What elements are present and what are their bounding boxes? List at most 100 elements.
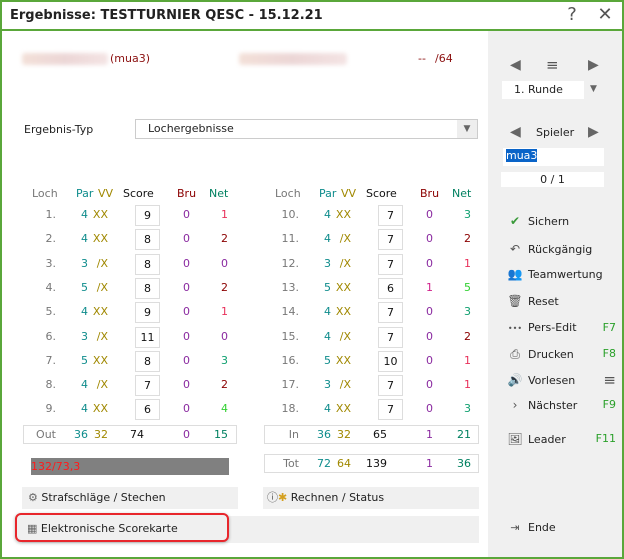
in-net: 21: [457, 428, 471, 441]
hole-number: 2.: [45, 232, 57, 246]
action-label: Teamwertung: [528, 268, 603, 281]
in-bru: 1: [426, 428, 433, 441]
in-loch: In: [288, 428, 299, 441]
undo-icon: ↶: [509, 242, 521, 256]
hole-netto-points: 2: [464, 329, 471, 343]
hole-strokes-received: XX: [92, 208, 108, 221]
header-score: Score: [366, 187, 397, 200]
hole-strokes-received: /X: [339, 329, 351, 343]
shortcut-key: F11: [595, 432, 616, 445]
score-input[interactable]: 6: [135, 399, 160, 421]
header-par: Par: [76, 187, 94, 200]
hole-netto-points: 2: [464, 232, 471, 246]
tot-vv: 64: [337, 457, 351, 470]
gears-icon: ⚙: [28, 491, 38, 504]
penalties-button[interactable]: ⚙ Strafschläge / Stechen: [22, 487, 238, 509]
trash-icon: 🗑: [507, 294, 523, 308]
window-title: Ergebnisse: TESTTURNIER QESC - 15.12.21: [10, 8, 323, 23]
hole-number: 1.: [45, 208, 57, 221]
next-round-icon[interactable]: ▶: [588, 57, 599, 73]
out-net: 15: [214, 428, 228, 441]
header-loch: Loch: [32, 187, 58, 200]
hole-brutto-points: 0: [426, 329, 433, 343]
action-leader[interactable]: 🖼 Leader F11: [506, 429, 616, 449]
shortcut-key[interactable]: ≡: [603, 370, 616, 390]
hole-strokes-received: XX: [335, 402, 351, 416]
prev-round-icon[interactable]: ◀: [510, 57, 521, 73]
hole-brutto-points: 0: [183, 402, 190, 416]
score-input[interactable]: 7: [378, 302, 403, 324]
header-par: Par: [319, 187, 337, 200]
close-button[interactable]: ✕: [593, 4, 617, 25]
action-sichern[interactable]: ✔ Sichern: [506, 211, 616, 231]
hole-number: 12.: [281, 256, 300, 270]
score-input[interactable]: 9: [135, 302, 160, 324]
action-label: Nächster: [528, 399, 578, 412]
prev-player-icon[interactable]: ◀: [510, 124, 521, 140]
hole-brutto-points: 0: [426, 232, 433, 246]
check-icon: ✔: [509, 214, 521, 228]
hole-strokes-received: XX: [92, 305, 108, 319]
score-input[interactable]: 8: [135, 350, 160, 372]
score-input[interactable]: 7: [378, 375, 403, 397]
score-input[interactable]: 7: [378, 205, 403, 226]
score-input[interactable]: 8: [135, 277, 160, 299]
hole-strokes-received: /X: [339, 232, 351, 246]
hole-netto-points: 3: [464, 208, 471, 221]
action-drucken[interactable]: ⎙ Drucken F8: [506, 344, 616, 364]
shortcut-key: F8: [602, 347, 616, 360]
chevron-down-icon[interactable]: ▼: [590, 84, 597, 94]
action-vorlesen[interactable]: 🔊 Vorlesen ≡: [506, 370, 616, 390]
hole-strokes-received: /X: [339, 256, 351, 270]
action-reset[interactable]: 🗑 Reset: [506, 291, 616, 311]
score-input[interactable]: 7: [378, 326, 403, 348]
hole-brutto-points: 0: [426, 353, 433, 367]
end-button[interactable]: ⇥ Ende: [506, 518, 616, 538]
hole-brutto-points: 0: [426, 256, 433, 270]
hole-strokes-received: /X: [96, 329, 108, 343]
score-input[interactable]: 8: [135, 253, 160, 275]
hole-brutto-points: 0: [183, 329, 190, 343]
menu-icon[interactable]: ≡: [546, 56, 559, 74]
hole-number: 8.: [45, 378, 57, 392]
score-input[interactable]: 9: [135, 205, 160, 226]
printer-icon: ⎙: [510, 347, 520, 361]
info-icon: ⓘ: [267, 491, 278, 504]
score-input[interactable]: 8: [135, 229, 160, 251]
score-input[interactable]: 7: [135, 375, 160, 397]
header-vv: VV: [341, 187, 357, 200]
score-input[interactable]: 11: [135, 326, 160, 348]
hole-brutto-points: 0: [183, 353, 190, 367]
help-button[interactable]: ?: [560, 4, 584, 25]
hole-number: 3.: [45, 256, 57, 270]
in-score: 65: [373, 428, 387, 441]
hole-netto-points: 3: [221, 353, 228, 367]
penalties-label: Strafschläge / Stechen: [41, 491, 166, 504]
action-teamwertung[interactable]: 👥 Teamwertung: [506, 264, 616, 284]
score-input[interactable]: 7: [378, 399, 403, 421]
hole-number: 11.: [281, 232, 300, 246]
action-rückgängig[interactable]: ↶ Rückgängig: [506, 239, 616, 259]
hole-netto-points: 2: [221, 232, 228, 246]
out-loch: Out: [36, 428, 56, 441]
score-input[interactable]: 7: [378, 229, 403, 251]
hole-brutto-points: 0: [183, 305, 190, 319]
score-input[interactable]: 7: [378, 253, 403, 275]
result-type-select[interactable]: Lochergebnisse ▼: [135, 119, 478, 139]
hole-strokes-received: XX: [335, 305, 351, 319]
action-label: Vorlesen: [528, 374, 576, 387]
action-nächster[interactable]: › Nächster F9: [506, 395, 616, 415]
hole-netto-points: 1: [464, 353, 471, 367]
action-persedit[interactable]: ••• Pers-Edit F7: [506, 318, 616, 338]
hole-number: 10.: [281, 208, 300, 221]
round-select[interactable]: 1. Runde: [502, 81, 584, 99]
next-player-icon[interactable]: ▶: [588, 124, 599, 140]
calc-status-button[interactable]: ⓘ✱ Rechnen / Status: [263, 487, 479, 509]
score-input[interactable]: 6: [378, 277, 403, 299]
electronic-scorecard-button[interactable]: ▦ Elektronische Scorekarte: [15, 513, 229, 542]
hole-number: 9.: [45, 402, 57, 416]
shortcut-key: F7: [602, 321, 616, 334]
hole-number: 18.: [281, 402, 300, 416]
player-input[interactable]: mua3: [503, 148, 604, 166]
score-input[interactable]: 10: [378, 350, 403, 372]
